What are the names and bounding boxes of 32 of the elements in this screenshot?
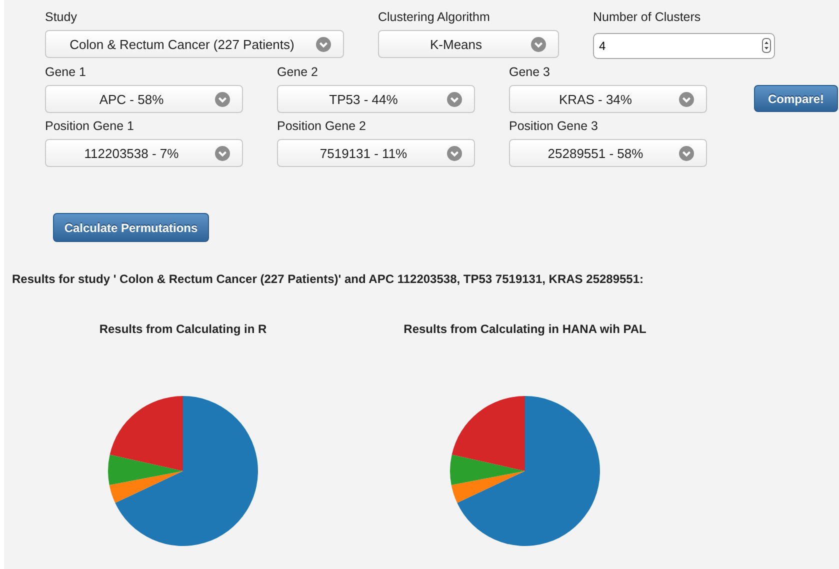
compare-button[interactable]: Compare! xyxy=(754,85,838,112)
chevron-down-icon xyxy=(679,146,694,160)
chart-title: Results from Calculating in R xyxy=(99,322,267,336)
field-label: Study xyxy=(45,10,78,24)
number-field[interactable]: 4 xyxy=(593,33,775,59)
field-label: Position Gene 2 xyxy=(277,119,367,133)
field-label: Gene 3 xyxy=(509,65,552,79)
field-label: Number of Clusters xyxy=(593,10,702,24)
field-label: Position Gene 1 xyxy=(45,119,135,133)
dropdown[interactable]: 7519131 - 11% xyxy=(277,139,475,167)
dropdown[interactable]: KRAS - 34% xyxy=(509,85,707,113)
chart-title: Results from Calculating in HANA wih PAL xyxy=(404,322,646,336)
dropdown[interactable]: K-Means xyxy=(378,30,559,58)
dropdown[interactable]: 112203538 - 7% xyxy=(45,139,243,167)
dropdown[interactable]: TP53 - 44% xyxy=(277,85,475,113)
chevron-down-icon xyxy=(531,36,546,52)
dropdown[interactable]: Colon & Rectum Cancer (227 Patients) xyxy=(45,30,344,58)
dropdown[interactable]: 25289551 - 58% xyxy=(509,139,707,167)
field-label: Clustering Algorithm xyxy=(378,10,491,24)
field-label: Gene 1 xyxy=(45,65,88,79)
chevron-down-icon xyxy=(215,92,230,106)
chevron-down-icon xyxy=(447,146,462,160)
chevron-down-icon xyxy=(447,92,462,106)
chevron-down-icon xyxy=(679,92,694,106)
dropdown[interactable]: APC - 58% xyxy=(45,85,243,113)
field-label: Position Gene 3 xyxy=(509,119,599,133)
field-label: Gene 2 xyxy=(277,65,320,79)
calculate-button[interactable]: Calculate Permutations xyxy=(53,213,209,242)
chevron-down-icon xyxy=(215,146,230,160)
spinner-icon xyxy=(762,38,771,53)
chevron-down-icon xyxy=(316,36,331,52)
results-heading: Results for study ' Colon & Rectum Cancer (227 Patients)' and APC 112203538, TP53 7519131, KRAS 25289551: xyxy=(12,272,645,286)
